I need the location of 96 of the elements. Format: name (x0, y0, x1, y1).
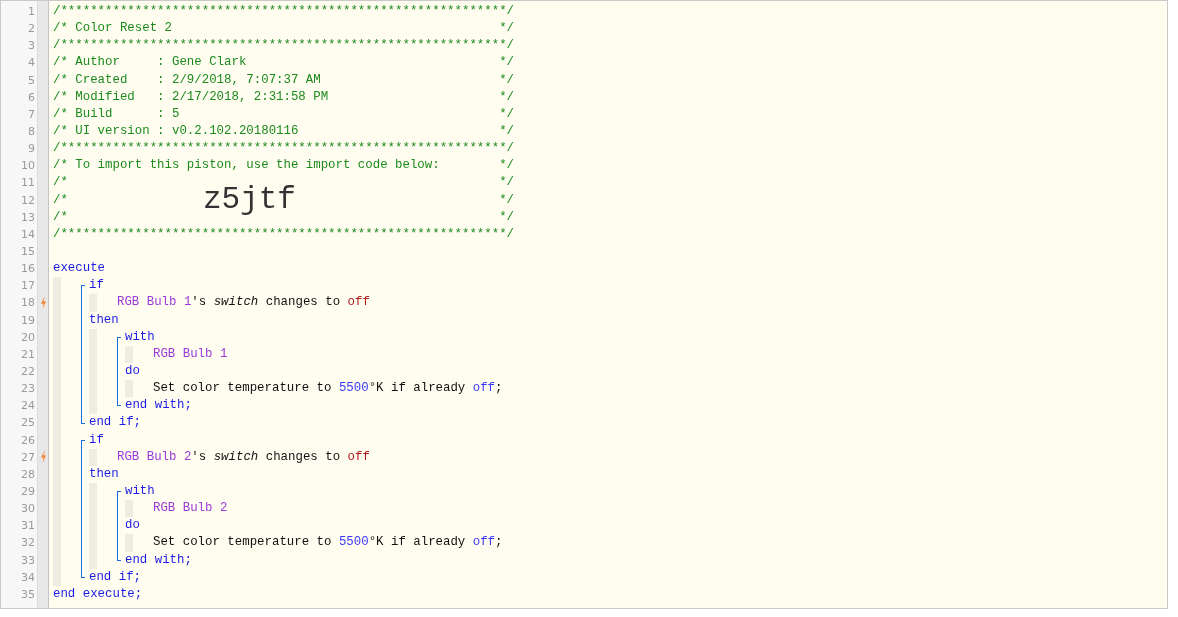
line-number: 29 (21, 484, 35, 498)
comment-text: /************************************************************/ (53, 3, 514, 20)
number-value: 5500 (338, 534, 369, 552)
line-number: 22 (21, 364, 35, 378)
comment-text: /* (53, 191, 68, 209)
line-number: 26 (21, 433, 35, 447)
code-text: Set color temperature to (153, 534, 333, 552)
keyword: with (125, 482, 155, 500)
code-text: °K if already (368, 380, 467, 398)
keyword: end with; (125, 551, 192, 569)
comment-text: */ (499, 123, 514, 140)
line-number: 28 (21, 467, 35, 481)
line-number: 24 (21, 399, 35, 413)
code-text: changes to (264, 448, 342, 466)
comment-text: /* (53, 208, 68, 226)
comment-text: /************************************************************/ (53, 37, 514, 55)
line-number: 25 (21, 416, 35, 430)
keyword: with (125, 328, 155, 346)
line-number: 5 (28, 73, 35, 87)
keyword: end with; (125, 397, 192, 415)
code-text: Set color temperature to (153, 380, 333, 398)
line-number: 34 (21, 570, 35, 584)
number-value: 5500 (338, 380, 369, 398)
keyword: do (125, 362, 140, 380)
comment-text: /* Modified : 2/17/2018, 2:31:58 PM (53, 88, 329, 106)
line-number: 13 (21, 210, 35, 224)
line-number: 1 (28, 5, 35, 18)
value-text: off (347, 294, 370, 312)
code-text: changes to (264, 294, 342, 312)
comment-text: */ (499, 54, 514, 72)
comment-text: */ (499, 174, 514, 192)
line-number: 31 (21, 519, 35, 533)
comment-text: */ (499, 88, 514, 106)
line-number: 33 (21, 553, 35, 567)
device-name: RGB Bulb 1 (153, 345, 228, 363)
line-number: 14 (21, 227, 35, 241)
comment-text: */ (499, 105, 514, 123)
keyword: execute (53, 260, 106, 278)
attribute-name: switch (213, 294, 259, 312)
line-number: 18 (21, 296, 35, 310)
comment-text: */ (499, 157, 514, 175)
comment-text: /************************************************************/ (53, 140, 514, 158)
comment-text: /* Color Reset 2 (53, 20, 172, 38)
comment-text: */ (499, 20, 514, 38)
line-number: 17 (21, 279, 35, 293)
line-number: 16 (21, 262, 35, 276)
comment-text: /* To import this piston, use the import code below: (53, 157, 440, 175)
comment-text: /* Author : Gene Clark (53, 54, 247, 72)
keyword: if (89, 431, 104, 449)
keyword: then (89, 465, 119, 483)
line-number: 10 (21, 159, 35, 173)
device-name: RGB Bulb 2 (153, 500, 228, 518)
keyword: end if; (89, 414, 142, 432)
line-number: 8 (28, 125, 35, 138)
keyword: then (89, 311, 119, 329)
attribute-name: switch (213, 448, 259, 466)
code-text: 's (191, 294, 208, 312)
comment-text: */ (499, 191, 514, 209)
code-text: °K if already (368, 534, 467, 552)
device-name: RGB Bulb 1 (117, 294, 192, 312)
line-number: 35 (21, 587, 35, 601)
line-number: 27 (21, 450, 35, 464)
keyword: end execute; (53, 585, 143, 603)
line-number: 15 (21, 244, 35, 258)
line-number: 20 (21, 330, 35, 344)
line-number: 19 (21, 313, 35, 327)
number-value: off (472, 380, 496, 398)
comment-text: */ (499, 71, 514, 89)
value-text: off (347, 448, 370, 466)
device-name: RGB Bulb 2 (117, 448, 192, 466)
comment-text: /* (53, 174, 68, 192)
line-number: 6 (28, 90, 35, 104)
import-code: z5jtf (202, 183, 296, 218)
line-number: 3 (28, 39, 35, 53)
keyword: do (125, 517, 140, 535)
line-number: 23 (21, 382, 35, 396)
code-text: ; (495, 534, 503, 552)
code-text: 's (191, 448, 208, 466)
keyword: if (89, 277, 104, 295)
code-text: ; (495, 380, 503, 398)
line-number: 32 (21, 536, 35, 550)
comment-text: /* Created : 2/9/2018, 7:07:37 AM (53, 71, 321, 89)
line-number: 21 (21, 347, 35, 361)
line-number: 12 (21, 193, 35, 207)
number-value: off (472, 534, 496, 552)
line-number: 4 (28, 56, 35, 70)
line-number: 9 (28, 142, 35, 156)
line-number: 11 (21, 176, 35, 190)
line-number: 2 (28, 22, 35, 36)
comment-text: /* UI version : v0.2.102.20180116 (53, 123, 299, 140)
line-number: 30 (21, 502, 35, 516)
comment-text: */ (499, 208, 514, 226)
keyword: end if; (89, 568, 142, 586)
line-number: 7 (28, 107, 35, 121)
comment-text: /* Build : 5 (53, 105, 180, 123)
comment-text: /************************************************************/ (53, 225, 514, 243)
